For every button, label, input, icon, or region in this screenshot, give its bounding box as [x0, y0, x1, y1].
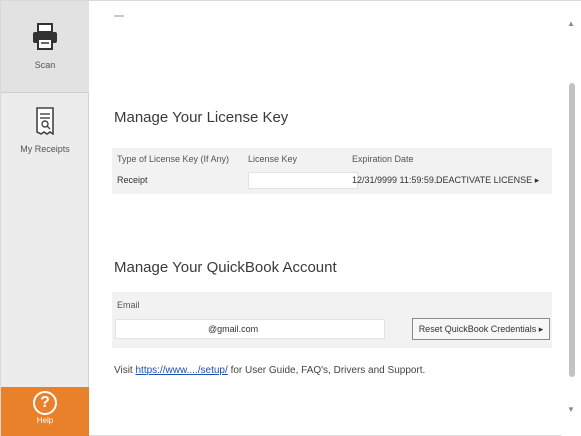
help-icon: ?: [33, 391, 57, 415]
column-header-type: Type of License Key (If Any): [117, 154, 230, 164]
reset-credentials-button[interactable]: Reset QuickBook Credentials ▸: [412, 318, 550, 340]
support-link[interactable]: https://www..../setup/: [136, 365, 228, 376]
help-button[interactable]: ? Help: [1, 387, 89, 436]
license-panel: Type of License Key (If Any) License Key…: [112, 148, 552, 194]
scroll-thumb[interactable]: [569, 83, 575, 377]
help-label: Help: [36, 416, 54, 425]
sidebar-item-scan[interactable]: Scan: [1, 1, 89, 93]
license-key-field[interactable]: [248, 172, 358, 189]
email-label: Email: [117, 300, 140, 310]
sidebar: Scan My Receipts ? Help: [1, 1, 89, 436]
chevron-right-icon: ▸: [534, 175, 540, 185]
license-type-value: Receipt: [117, 175, 148, 185]
scroll-up-icon[interactable]: ▲: [567, 19, 575, 28]
sidebar-item-label: Scan: [34, 60, 56, 70]
chevron-right-icon: ▸: [538, 324, 544, 334]
deactivate-label: DEACTIVATE LICENSE: [436, 175, 533, 185]
divider: [114, 15, 124, 17]
main-content: Manage Your License Key Type of License …: [90, 1, 560, 436]
receipt-icon: [34, 107, 56, 139]
quickbook-section-title: Manage Your QuickBook Account: [114, 259, 337, 276]
printer-icon: [32, 23, 58, 55]
email-field[interactable]: @gmail.com: [115, 319, 385, 339]
scrollbar[interactable]: ▲ ▼: [561, 1, 581, 436]
license-section-title: Manage Your License Key: [114, 109, 289, 126]
support-line: Visit https://www..../setup/ for User Gu…: [114, 365, 425, 376]
reset-label: Reset QuickBook Credentials: [418, 324, 537, 334]
sidebar-item-label: My Receipts: [20, 144, 70, 154]
support-suffix: for User Guide, FAQ's, Drivers and Suppo…: [230, 365, 426, 376]
column-header-license-key: License Key: [248, 154, 298, 164]
scroll-down-icon[interactable]: ▼: [567, 405, 575, 414]
column-header-expiration: Expiration Date: [352, 154, 414, 164]
sidebar-item-my-receipts[interactable]: My Receipts: [1, 93, 89, 173]
quickbook-panel: Email @gmail.com Reset QuickBook Credent…: [112, 292, 552, 348]
app-window: Scan My Receipts ? Help Manage Your Lice…: [0, 0, 581, 436]
deactivate-license-button[interactable]: DEACTIVATE LICENSE ▸: [436, 172, 548, 189]
support-prefix: Visit: [114, 365, 133, 376]
expiration-date-value: 12/31/9999 11:59:59...: [352, 175, 442, 185]
